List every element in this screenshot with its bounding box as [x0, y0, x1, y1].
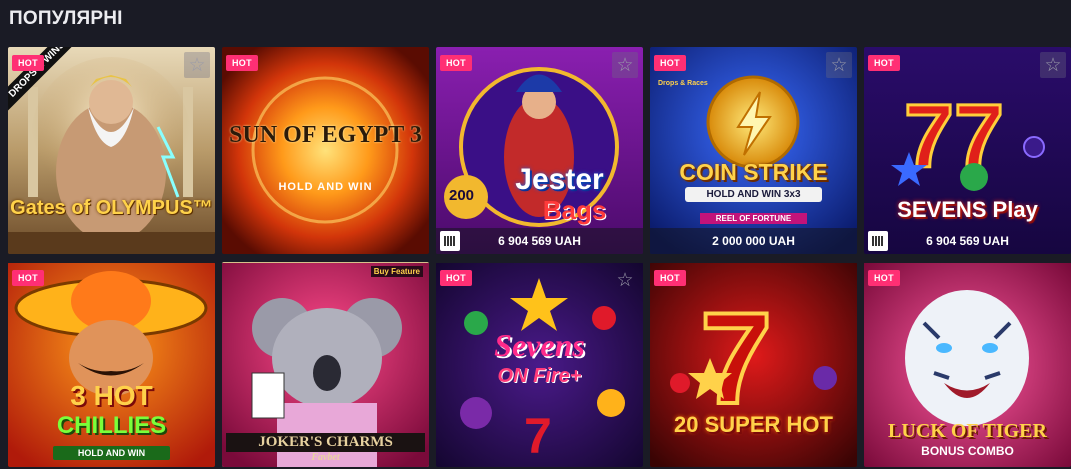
multiplier-label: 200: [449, 187, 475, 204]
buy-feature-badge: Buy Feature: [370, 266, 423, 277]
game-tile-jester-bags[interactable]: HOT ☆ 200 Jester Bags 6 904 569 UAH: [436, 47, 643, 254]
game-logo-subtitle: HOLD AND WIN: [53, 446, 170, 460]
svg-text:77: 77: [904, 87, 1004, 187]
game-tile-jokers-charms[interactable]: Buy Feature JOKER'S CHARMS Favbet: [222, 262, 429, 467]
star-icon[interactable]: ☆: [184, 52, 210, 78]
game-tile-sun-of-egypt-3[interactable]: HOT SUN OF EGYPT 3 HOLD AND WIN: [222, 47, 429, 254]
jackpot-icon: [868, 231, 888, 251]
hot-badge: HOT: [226, 55, 258, 71]
hot-badge: HOT: [12, 270, 44, 286]
game-tile-luck-of-tiger[interactable]: HOT LUCK OF TIGER BONUS COMBO: [864, 262, 1071, 467]
jackpot-amount: 6 904 569 UAH: [436, 228, 643, 254]
game-logo-subtitle: BONUS COMBO: [921, 444, 1014, 458]
hot-badge: HOT: [440, 55, 472, 71]
game-logo-line2: ON Fire+: [497, 365, 582, 387]
game-logo: SEVENS Play: [897, 197, 1038, 222]
hot-badge: HOT: [868, 55, 900, 71]
game-thumbnail: [222, 47, 429, 254]
game-logo: COIN STRIKE: [679, 159, 828, 185]
game-logo: 3 HOT: [70, 380, 153, 411]
reel-of-fortune-label: REEL OF FORTUNE: [700, 213, 807, 224]
game-logo-subtitle: Favbet: [311, 452, 340, 463]
svg-text:7: 7: [700, 285, 772, 431]
hot-badge: HOT: [12, 55, 44, 71]
star-icon[interactable]: ☆: [612, 267, 638, 293]
game-tile-20-super-hot[interactable]: 7 HOT 20 SUPER HOT: [650, 262, 857, 467]
star-icon[interactable]: ☆: [826, 52, 852, 78]
jackpot-amount: 2 000 000 UAH: [650, 228, 857, 254]
game-logo-subtitle: HOLD AND WIN 3x3: [685, 187, 822, 202]
jackpot-amount: 6 904 569 UAH: [926, 234, 1009, 248]
hot-badge: HOT: [868, 270, 900, 286]
game-tile-sevens-play[interactable]: 77 HOT ☆ SEVENS Play 6 904 569 UAH: [864, 47, 1071, 254]
game-logo-line2: CHILLIES: [56, 412, 167, 439]
game-logo: Sevens: [494, 327, 585, 363]
game-logo: LUCK OF TIGER: [888, 420, 1047, 442]
star-icon[interactable]: ☆: [1040, 52, 1066, 78]
drops-races-badge: Drops & Races: [658, 80, 708, 87]
game-logo: Jester: [515, 163, 604, 196]
game-logo: 20 SUPER HOT: [674, 412, 833, 437]
game-logo: JOKER'S CHARMS: [226, 433, 425, 452]
section-title: ПОПУЛЯРНІ: [9, 8, 123, 29]
star-icon[interactable]: ☆: [612, 52, 638, 78]
game-logo-line2: Bags: [542, 195, 607, 225]
game-logo: Gates of OLYMPUS™: [10, 197, 213, 219]
game-tile-sevens-on-fire[interactable]: 7 HOT ☆ Sevens ON Fire+: [436, 262, 643, 467]
game-tile-3-hot-chillies[interactable]: HOT 3 HOT CHILLIES HOLD AND WIN: [8, 262, 215, 467]
jackpot-icon: [440, 231, 460, 251]
svg-text:7: 7: [524, 408, 552, 464]
game-tile-coin-strike[interactable]: HOT ☆ Drops & Races COIN STRIKE HOLD AND…: [650, 47, 857, 254]
game-logo-subtitle: HOLD AND WIN: [278, 181, 373, 193]
hot-badge: HOT: [440, 270, 472, 286]
hot-badge: HOT: [654, 270, 686, 286]
game-logo: SUN OF EGYPT 3: [229, 122, 422, 148]
game-tile-gates-of-olympus[interactable]: DROPS & WINS HOT ☆ Gates of OLYMPUS™: [8, 47, 215, 254]
games-grid: DROPS & WINS HOT ☆ Gates of OLYMPUS™ HOT…: [8, 47, 1071, 467]
hot-badge: HOT: [654, 55, 686, 71]
